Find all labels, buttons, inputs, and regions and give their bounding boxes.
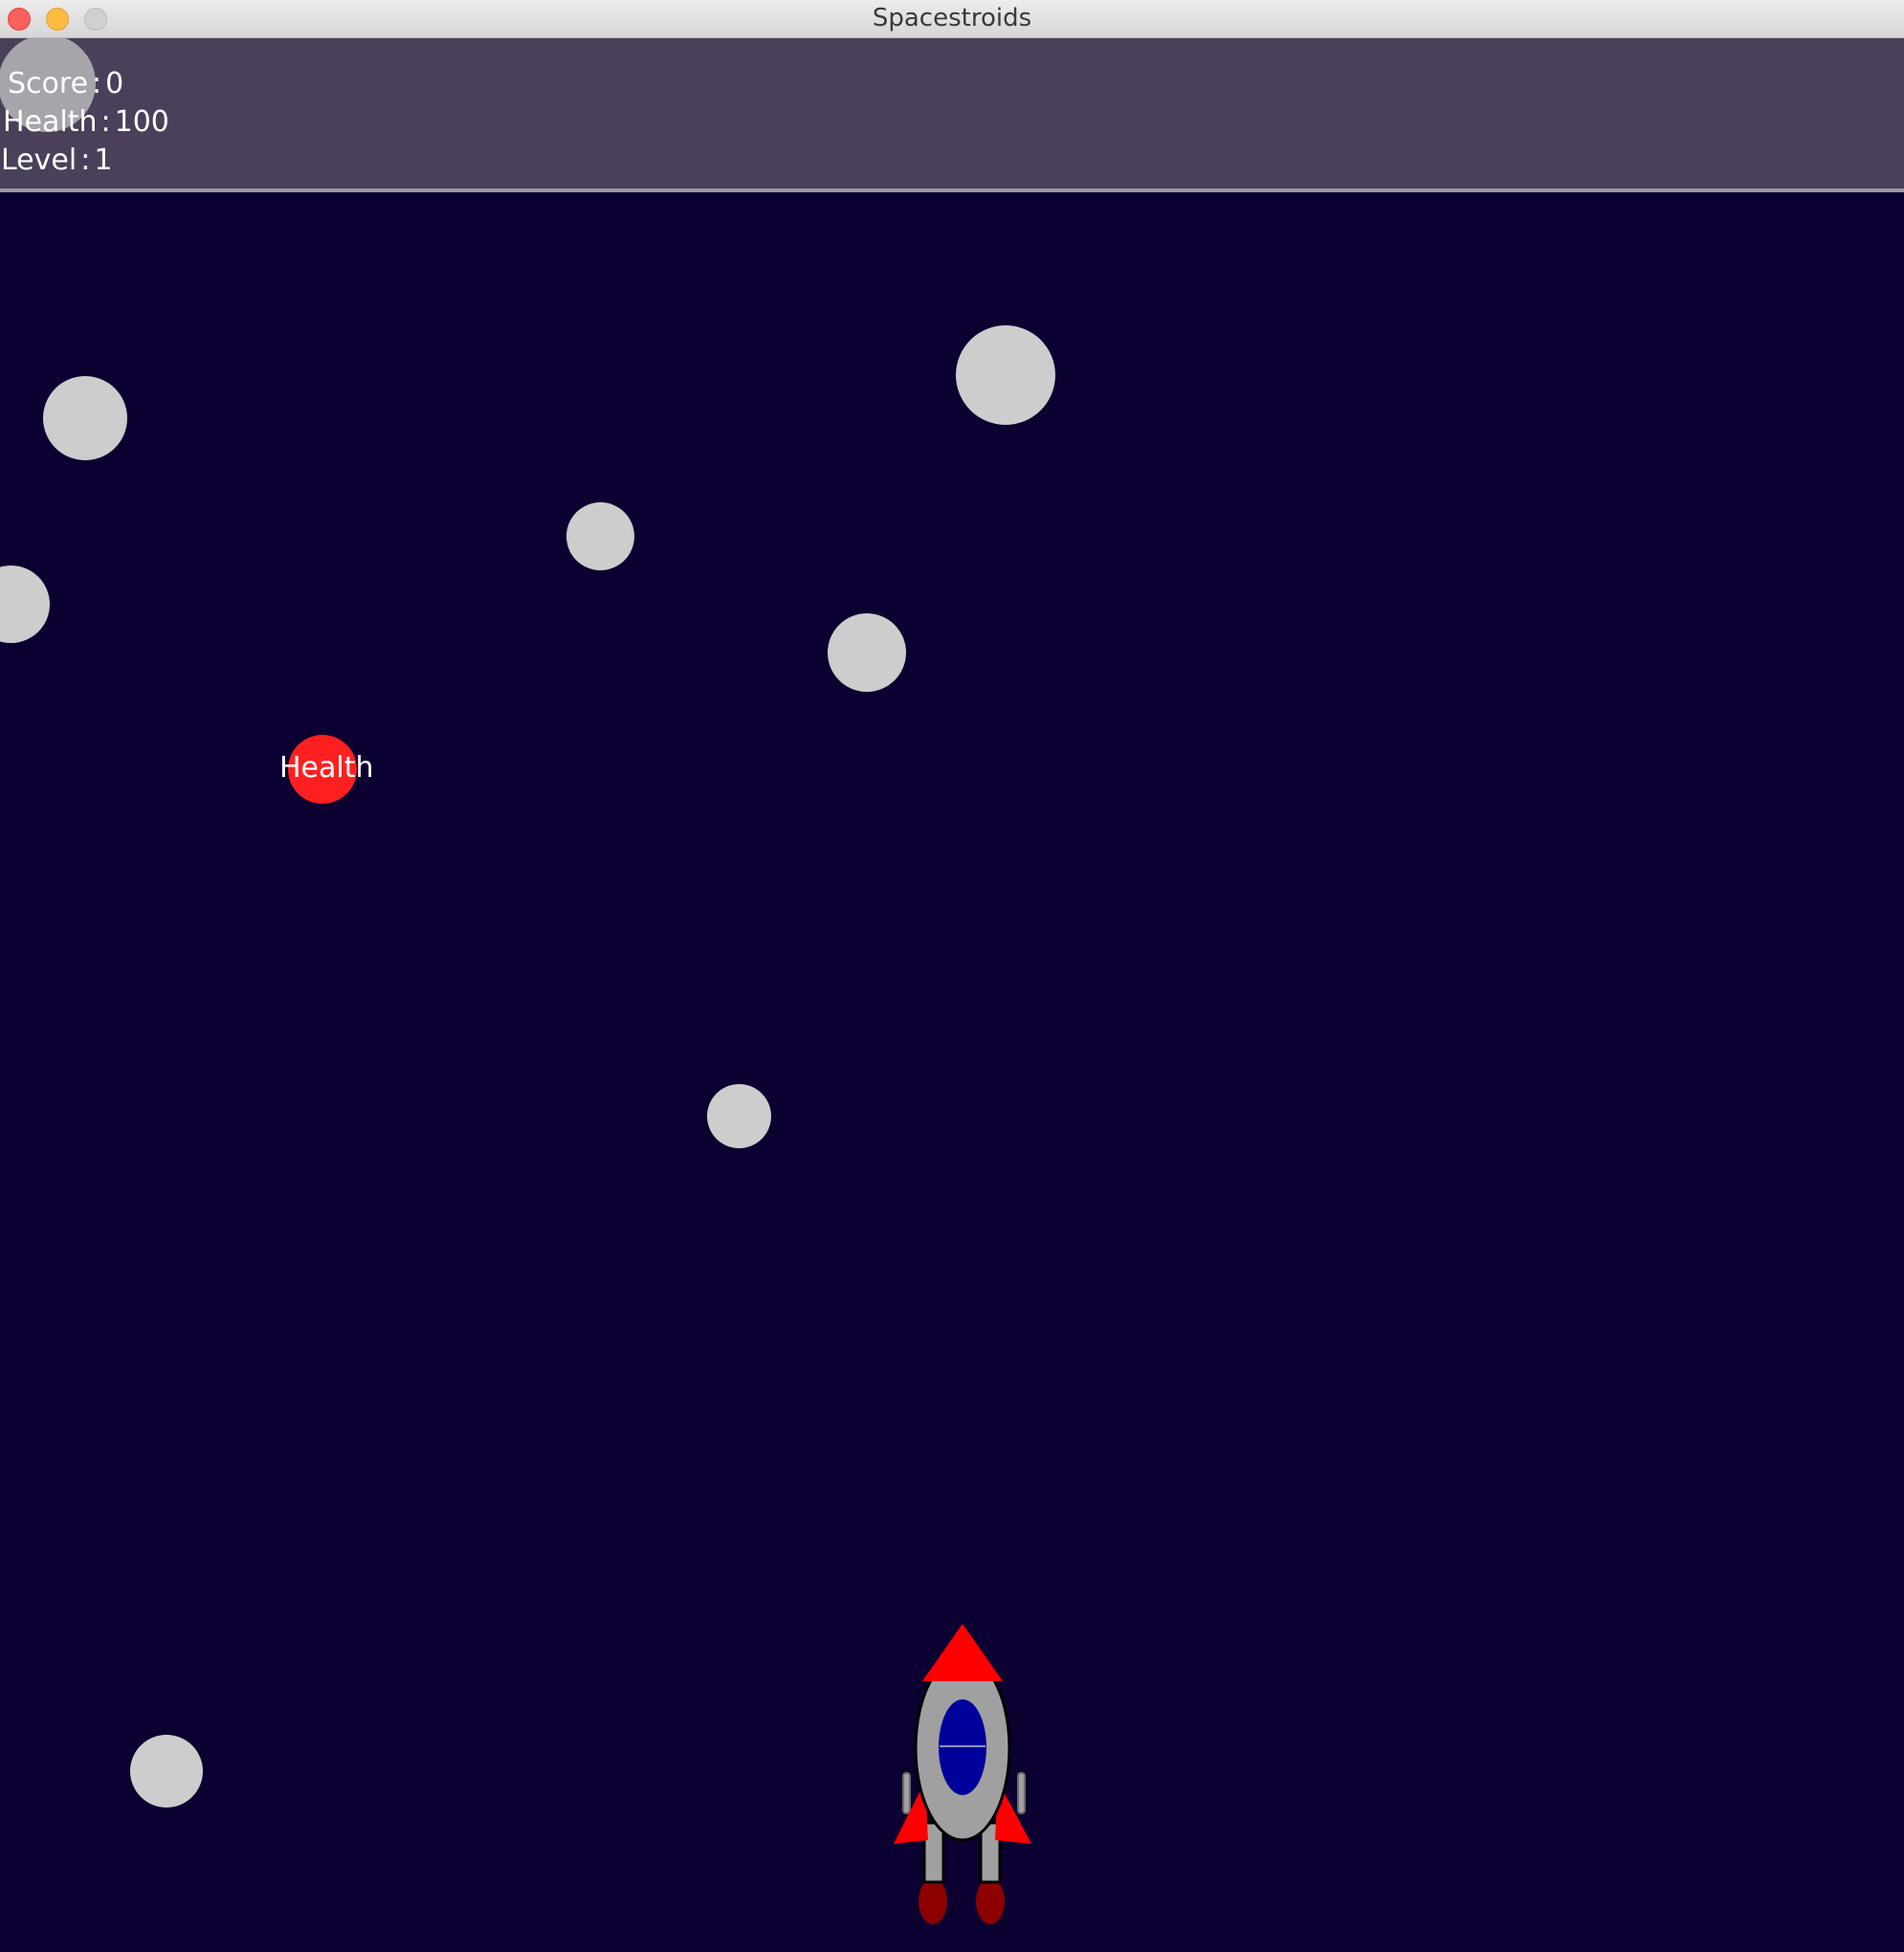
rocket-ship bbox=[894, 1624, 1031, 1924]
score-readout: Score:0 bbox=[8, 67, 123, 100]
play-field[interactable]: Health bbox=[0, 192, 1904, 1952]
asteroid bbox=[0, 566, 50, 643]
asteroid bbox=[130, 1735, 203, 1808]
health-powerup-label: Health bbox=[279, 751, 374, 785]
title-bar: Spacestroids bbox=[0, 0, 1904, 38]
asteroid bbox=[43, 376, 127, 460]
level-label: Level bbox=[1, 144, 77, 177]
level-separator: : bbox=[80, 144, 91, 177]
game-window: Spacestroids Score:0 Health:100 Level:1 … bbox=[0, 0, 1904, 1952]
rocket-right-strut bbox=[1017, 1772, 1026, 1814]
rocket-left-flame bbox=[919, 1878, 947, 1924]
health-readout: Health:100 bbox=[3, 105, 169, 139]
health-value: 100 bbox=[114, 105, 169, 139]
health-separator: : bbox=[100, 105, 111, 139]
hud-panel: Score:0 Health:100 Level:1 bbox=[0, 38, 1904, 192]
asteroid bbox=[956, 325, 1055, 425]
rocket-left-strut bbox=[902, 1772, 911, 1814]
score-label: Score bbox=[8, 67, 89, 100]
asteroid bbox=[707, 1084, 771, 1148]
asteroid bbox=[566, 502, 634, 570]
level-readout: Level:1 bbox=[1, 144, 112, 177]
rocket-right-flame bbox=[976, 1878, 1005, 1924]
health-label: Health bbox=[3, 105, 98, 139]
score-separator: : bbox=[92, 67, 102, 100]
window-title: Spacestroids bbox=[872, 4, 1032, 33]
rocket-nose-cone bbox=[922, 1624, 1003, 1681]
level-value: 1 bbox=[94, 144, 113, 177]
asteroid bbox=[828, 613, 906, 692]
score-value: 0 bbox=[105, 67, 124, 100]
